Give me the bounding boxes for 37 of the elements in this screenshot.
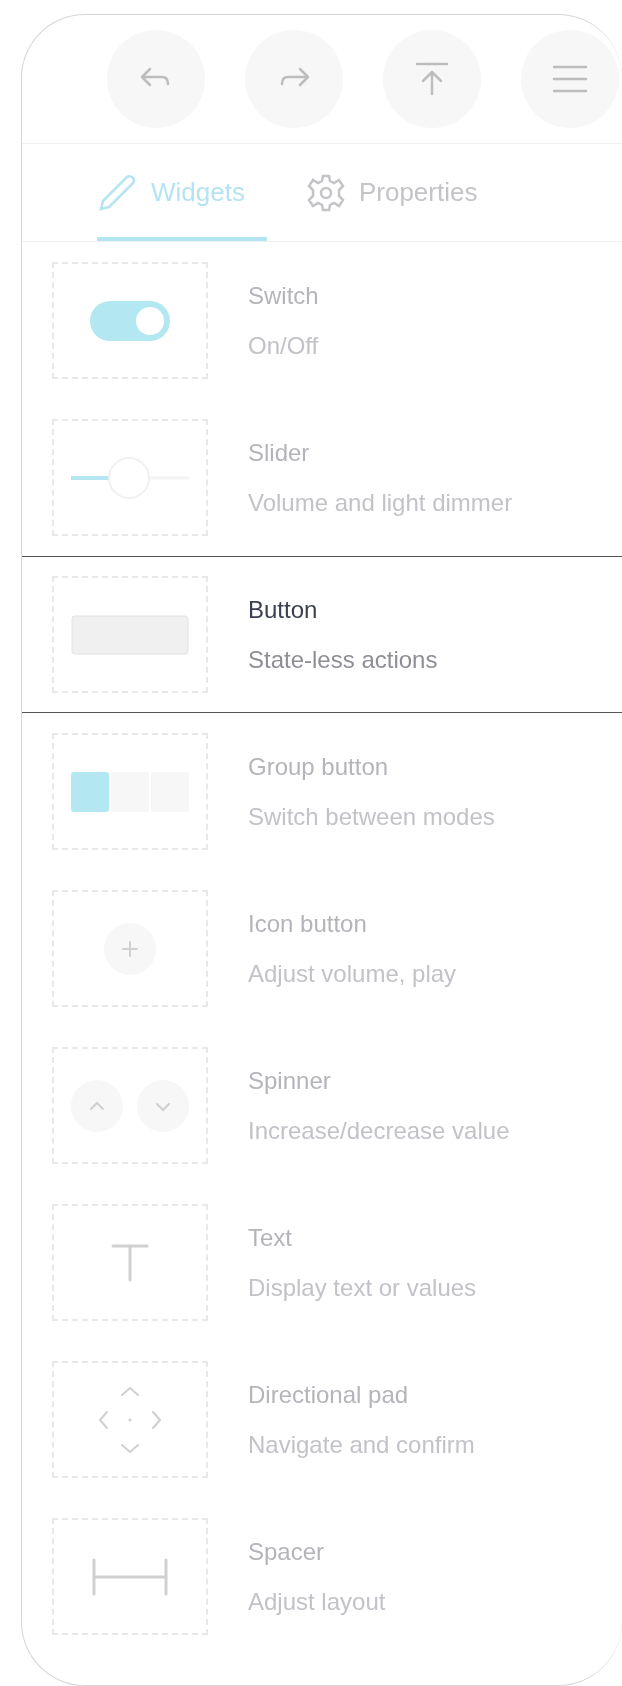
widget-title: Directional pad (248, 1380, 410, 1409)
widget-list-item[interactable]: Icon button Adjust volume, play (22, 870, 622, 1027)
pencil-icon (97, 172, 137, 213)
directional-pad-icon (99, 1386, 161, 1453)
upload-icon (415, 62, 449, 96)
spacer-icon (91, 1557, 169, 1596)
widget-description: Volume and light dimmer (248, 488, 513, 517)
widget-title: Slider (248, 438, 311, 467)
widget-list-item[interactable]: Text Display text or values (22, 1184, 622, 1341)
widget-description: Display text or values (248, 1273, 477, 1302)
widget-description: Increase/decrease value (248, 1116, 510, 1145)
widget-title: Spinner (248, 1066, 332, 1095)
widget-title: Switch (248, 281, 319, 310)
widget-list-item[interactable]: Switch On/Off (22, 242, 622, 399)
widget-description: Adjust layout (248, 1587, 386, 1616)
tab[interactable]: Properties (306, 144, 500, 241)
widget-description: Navigate and confirm (248, 1430, 475, 1459)
widget-description: Switch between modes (248, 802, 495, 831)
widget-description: Adjust volume, play (248, 959, 457, 988)
widget-list-item[interactable]: Spinner Increase/decrease value (22, 1027, 622, 1184)
widget-list-item[interactable]: Spacer Adjust layout (22, 1498, 622, 1655)
widget-list-item[interactable]: Slider Volume and light dimmer (22, 399, 622, 556)
widget-title: Text (248, 1223, 293, 1252)
widget-title: Spacer (248, 1537, 326, 1566)
tab[interactable]: Widgets (97, 144, 267, 241)
plus-icon (104, 922, 156, 975)
widget-description: State-less actions (248, 645, 438, 674)
gear-icon (306, 173, 345, 212)
widget-list-item[interactable]: Group button Switch between modes (22, 713, 622, 870)
widget-list-item[interactable]: Button State-less actions (22, 556, 622, 713)
widget-description: On/Off (248, 331, 319, 360)
menu-icon (552, 65, 588, 93)
widget-title: Icon button (248, 909, 368, 938)
widget-title: Group button (248, 752, 390, 781)
widget-list-item[interactable]: Directional pad Navigate and confirm (22, 1341, 622, 1498)
text-icon (111, 1243, 149, 1282)
widget-title: Button (248, 595, 319, 624)
